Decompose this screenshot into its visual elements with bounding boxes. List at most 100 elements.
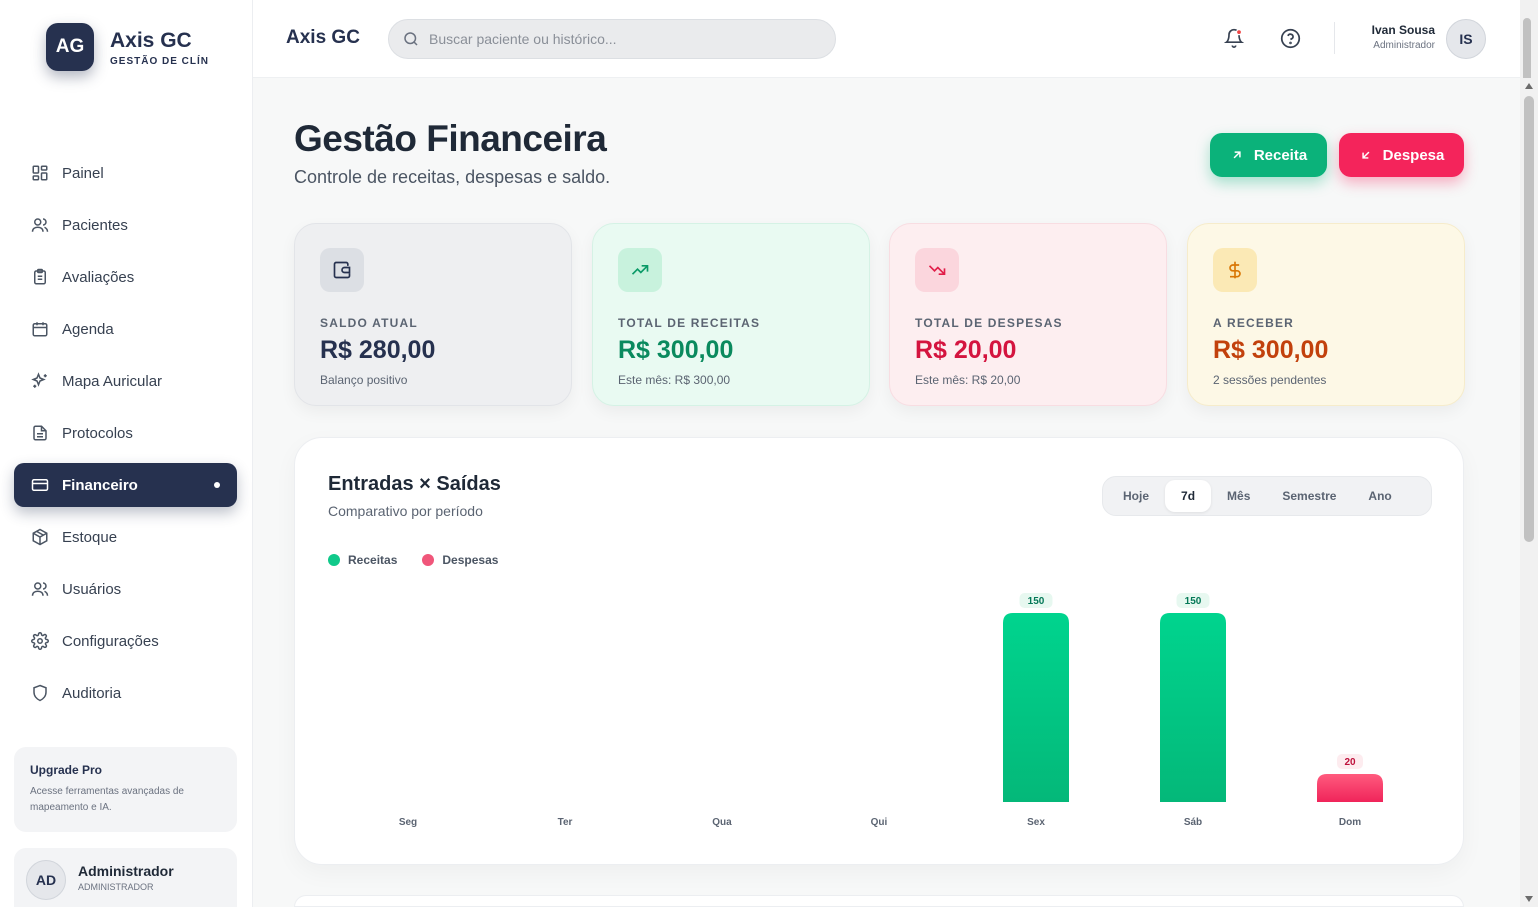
x-tick-label: Ter [558, 817, 573, 828]
upgrade-title: Upgrade Pro [30, 763, 103, 777]
scroll-thumb[interactable] [1524, 96, 1534, 542]
scroll-up-arrow[interactable] [1525, 83, 1533, 89]
card-value: R$ 300,00 [1213, 336, 1329, 364]
card-sub: Este mês: R$ 300,00 [618, 373, 731, 387]
bar-receitas-sáb[interactable] [1160, 613, 1226, 802]
period-mes[interactable]: Mês [1211, 480, 1266, 512]
wallet-icon [320, 248, 364, 292]
sidebar-item-label: Financeiro [62, 476, 138, 494]
search-input[interactable] [429, 31, 809, 47]
sidebar-item-label: Estoque [62, 528, 118, 546]
sidebar-item-agenda[interactable]: Agenda [14, 307, 237, 351]
file-text-icon [30, 423, 50, 443]
outer-scrollbar[interactable] [1520, 0, 1538, 830]
card-label: TOTAL DE DESPESAS [915, 316, 1063, 330]
user-name: Ivan Sousa [1371, 23, 1435, 37]
brand[interactable]: AG Axis GC GESTÃO DE CLÍN [46, 23, 209, 71]
receita-label: Receita [1253, 146, 1308, 164]
data-label: 150 [1185, 596, 1202, 607]
scroll-down-arrow[interactable] [1525, 896, 1533, 902]
upgrade-pro-card[interactable]: Upgrade Pro Acesse ferramentas avançadas… [14, 747, 237, 832]
period-semestre[interactable]: Semestre [1266, 480, 1352, 512]
shield-icon [30, 683, 50, 703]
card-label: TOTAL DE RECEITAS [618, 316, 761, 330]
avatar: AD [26, 860, 66, 900]
main-scrollbar[interactable] [1520, 78, 1538, 907]
trending-up-icon [618, 248, 662, 292]
sidebar-item-label: Configurações [62, 632, 159, 650]
card-sub: 2 sessões pendentes [1213, 373, 1327, 387]
period-7d[interactable]: 7d [1165, 480, 1212, 512]
brand-logo: AG [46, 23, 94, 71]
page-title: Gestão Financeira [294, 118, 607, 159]
sidebar-item-label: Protocolos [62, 424, 133, 442]
bar-receitas-sex[interactable] [1003, 613, 1069, 802]
search-bar[interactable] [388, 19, 836, 59]
card-value: R$ 280,00 [320, 336, 436, 364]
sidebar-item-label: Pacientes [62, 216, 128, 234]
top-title: Axis GC [286, 27, 360, 48]
users-icon [30, 579, 50, 599]
chart-title: Entradas × Saídas [328, 473, 501, 495]
sidebar-item-painel[interactable]: Painel [14, 151, 237, 195]
credit-card-icon [30, 475, 50, 495]
notifications-button[interactable] [1223, 27, 1245, 49]
user-role: Administrador [1373, 40, 1435, 51]
bell-icon [1224, 28, 1244, 48]
user-info[interactable]: Ivan Sousa Administrador [1372, 23, 1435, 51]
card-a-receber: A RECEBER R$ 300,00 2 sessões pendentes [1187, 223, 1465, 406]
period-hoje[interactable]: Hoje [1107, 480, 1165, 512]
sidebar-item-label: Auditoria [62, 684, 122, 702]
data-label-bg [1176, 593, 1210, 608]
sidebar-item-financeiro[interactable]: Financeiro [14, 463, 237, 507]
sidebar-item-avaliacoes[interactable]: Avaliações [14, 255, 237, 299]
arrow-down-left-icon [1359, 148, 1373, 162]
add-receita-button[interactable]: Receita [1210, 133, 1327, 177]
card-value: R$ 20,00 [915, 336, 1017, 364]
legend-despesas[interactable]: Despesas [422, 553, 498, 567]
sidebar-item-label: Painel [62, 164, 104, 182]
clipboard-icon [30, 267, 50, 287]
legend-label: Despesas [442, 553, 499, 567]
card-label: A RECEBER [1213, 316, 1295, 330]
account-name: Administrador [78, 863, 174, 879]
legend-label: Receitas [348, 553, 398, 567]
legend-receitas[interactable]: Receitas [328, 553, 397, 567]
add-despesa-button[interactable]: Despesa [1339, 133, 1464, 177]
x-tick-label: Sáb [1184, 817, 1202, 828]
period-ano[interactable]: Ano [1352, 480, 1407, 512]
topbar: Axis GC Ivan Sousa Administrador IS [253, 0, 1520, 78]
sidebar-item-label: Usuários [62, 580, 122, 598]
divider [1334, 22, 1335, 54]
card-sub: Este mês: R$ 20,00 [915, 373, 1021, 387]
sidebar-item-label: Agenda [62, 320, 114, 338]
card-saldo-atual: SALDO ATUAL R$ 280,00 Balanço positivo [294, 223, 572, 406]
card-total-despesas: TOTAL DE DESPESAS R$ 20,00 Este mês: R$ … [889, 223, 1167, 406]
account-card[interactable]: AD Administrador ADMINISTRADOR [14, 848, 237, 907]
brand-subtitle: GESTÃO DE CLÍN [110, 55, 210, 67]
data-label: 150 [1028, 596, 1045, 607]
user-avatar[interactable]: IS [1446, 19, 1486, 59]
sparkles-icon [30, 371, 50, 391]
sidebar-item-usuarios[interactable]: Usuários [14, 567, 237, 611]
sidebar-item-protocolos[interactable]: Protocolos [14, 411, 237, 455]
x-tick-label: Qua [712, 817, 732, 828]
bar-despesas-dom[interactable] [1317, 774, 1383, 802]
despesa-label: Despesa [1382, 146, 1445, 164]
data-label-bg [1337, 754, 1363, 769]
card-sub: Balanço positivo [320, 373, 408, 387]
sidebar-item-auditoria[interactable]: Auditoria [14, 671, 237, 715]
sidebar-item-estoque[interactable]: Estoque [14, 515, 237, 559]
help-button[interactable] [1279, 27, 1301, 49]
sidebar-item-label: Avaliações [62, 268, 135, 286]
chart-panel: Entradas × Saídas Comparativo por períod… [294, 437, 1464, 865]
help-icon [1280, 28, 1300, 48]
sidebar-item-mapa-auricular[interactable]: Mapa Auricular [14, 359, 237, 403]
dashboard-icon [30, 163, 50, 183]
sidebar: AG Axis GC GESTÃO DE CLÍN Painel Pacient… [0, 0, 253, 907]
dollar-icon [1213, 248, 1257, 292]
sidebar-item-pacientes[interactable]: Pacientes [14, 203, 237, 247]
sidebar-item-configuracoes[interactable]: Configurações [14, 619, 237, 663]
period-selector: Hoje 7d Mês Semestre Ano [1102, 476, 1432, 516]
legend-swatch-receitas [328, 554, 340, 566]
